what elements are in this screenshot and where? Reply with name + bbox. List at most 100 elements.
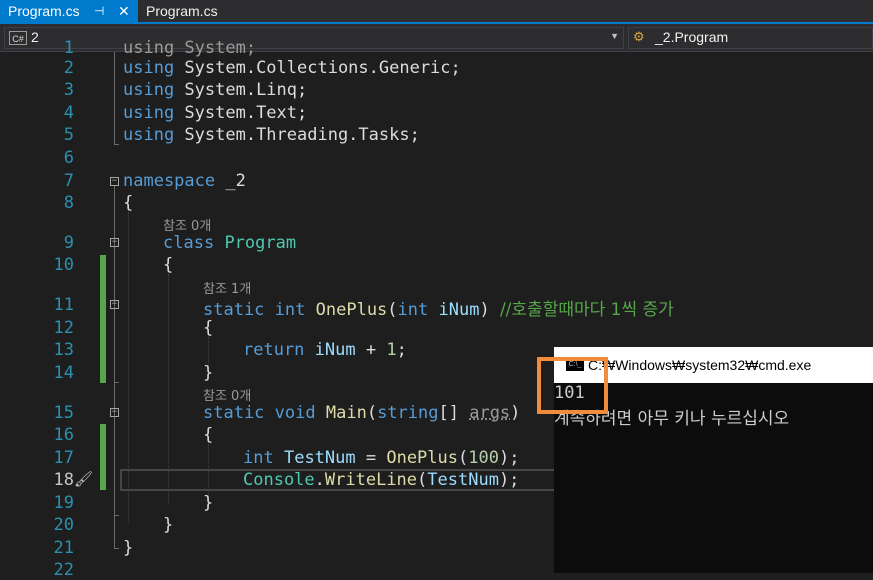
line-number: 19 bbox=[53, 493, 74, 513]
tab-label: Program.cs bbox=[146, 3, 218, 19]
local-variable: TestNum bbox=[283, 448, 356, 468]
line-number: 16 bbox=[53, 425, 74, 445]
code-line-11: static int OnePlus(int iNum) //호출할때마다 1씩… bbox=[203, 300, 674, 320]
line-number: 21 bbox=[53, 538, 74, 558]
code-line-1: using System; bbox=[123, 38, 257, 58]
tab-program-cs[interactable]: Program.cs bbox=[138, 0, 228, 22]
code-line-10: { bbox=[163, 255, 174, 275]
line-number: 3 bbox=[63, 80, 74, 100]
line-number-current: 18 bbox=[53, 470, 74, 490]
method-call: WriteLine bbox=[324, 470, 418, 490]
type-label: _2.Program bbox=[655, 29, 729, 45]
method-call: OnePlus bbox=[386, 448, 458, 468]
keyword: namespace bbox=[123, 171, 216, 191]
code-line-16: { bbox=[203, 425, 214, 445]
line-number: 6 bbox=[63, 148, 74, 168]
line-number: 15 bbox=[53, 403, 74, 423]
number-literal: 1 bbox=[386, 340, 397, 360]
code-line-20: } bbox=[163, 515, 174, 535]
line-number: 7 bbox=[63, 171, 74, 191]
namespace-ref: System.Collections.Generic; bbox=[174, 58, 461, 78]
line-number: 20 bbox=[53, 515, 74, 535]
parameter: iNum bbox=[438, 300, 480, 320]
line-number: 5 bbox=[63, 125, 74, 145]
code-line-12: { bbox=[203, 318, 214, 338]
line-number: 9 bbox=[63, 233, 74, 253]
quick-action-brush-icon[interactable]: 🖌 bbox=[74, 470, 93, 488]
class-icon: ⚙ bbox=[633, 29, 645, 44]
code-line-3: using System.Linq; bbox=[123, 80, 307, 100]
code-line-5: using System.Threading.Tasks; bbox=[123, 125, 420, 145]
outline-line bbox=[114, 52, 116, 144]
project-dropdown[interactable]: C# 2 ▼ bbox=[4, 27, 624, 49]
annotation-highlight-box bbox=[537, 357, 608, 414]
collapse-method-icon[interactable]: − bbox=[110, 300, 119, 309]
collapse-class-icon[interactable]: − bbox=[110, 238, 119, 247]
csharp-project-icon: C# bbox=[9, 31, 27, 45]
chevron-down-icon[interactable]: ▼ bbox=[610, 31, 619, 41]
tab-label: Program.cs bbox=[8, 3, 80, 19]
line-number: 4 bbox=[63, 103, 74, 123]
type-name: Console bbox=[243, 470, 315, 490]
console-title: C:₩Windows₩system32₩cmd.exe bbox=[588, 357, 812, 373]
namespace-ref: System.Threading.Tasks; bbox=[174, 125, 420, 145]
code-line-18: Console.WriteLine(TestNum); bbox=[243, 470, 520, 490]
code-line-8: { bbox=[123, 193, 134, 213]
line-number: 14 bbox=[53, 363, 74, 383]
keyword: int bbox=[274, 300, 306, 320]
keyword: int bbox=[397, 300, 429, 320]
code-line-19: } bbox=[203, 493, 214, 513]
code-lens-references[interactable]: 참조 0개 bbox=[203, 385, 251, 404]
code-line-2: using System.Collections.Generic; bbox=[123, 58, 461, 78]
keyword: static bbox=[203, 300, 265, 320]
line-number: 1 bbox=[63, 38, 74, 58]
change-marker bbox=[100, 424, 106, 490]
type-dropdown[interactable]: ⚙ _2.Program bbox=[628, 27, 873, 49]
line-number: 11 bbox=[53, 295, 74, 315]
line-number: 22 bbox=[53, 560, 74, 580]
line-number: 8 bbox=[63, 193, 74, 213]
outline-tick bbox=[114, 515, 119, 516]
keyword: using bbox=[123, 103, 175, 123]
local-variable: TestNum bbox=[427, 470, 499, 490]
keyword: void bbox=[274, 403, 316, 423]
pin-icon[interactable]: ⊣ bbox=[94, 0, 104, 22]
outline-tick bbox=[114, 548, 119, 549]
comment: //호출할때마다 1씩 증가 bbox=[499, 300, 674, 320]
outline-tick bbox=[114, 382, 119, 383]
namespace-ref: System.Linq; bbox=[174, 80, 308, 100]
tab-program-cs-active[interactable]: Program.cs ⊣ ✕ bbox=[0, 0, 138, 22]
collapse-method-icon[interactable]: − bbox=[110, 408, 119, 417]
code-lens-references[interactable]: 참조 0개 bbox=[163, 215, 211, 234]
code-line-4: using System.Text; bbox=[123, 103, 307, 123]
number-literal: 100 bbox=[468, 448, 499, 468]
type-name: Program bbox=[224, 233, 297, 253]
line-number: 13 bbox=[53, 340, 74, 360]
code-line-13: return iNum + 1; bbox=[243, 340, 407, 360]
collapse-namespace-icon[interactable]: − bbox=[110, 177, 119, 186]
code-line-15: static void Main(string[] args) bbox=[203, 403, 521, 423]
keyword: return bbox=[243, 340, 305, 360]
method-name: OnePlus bbox=[315, 300, 388, 320]
operator: + bbox=[355, 340, 387, 360]
keyword: class bbox=[163, 233, 215, 253]
line-number: 17 bbox=[53, 448, 74, 468]
line-number: 10 bbox=[53, 255, 74, 275]
code-line-7: namespace _2 bbox=[123, 171, 246, 191]
code-line-17: int TestNum = OnePlus(100); bbox=[243, 448, 520, 468]
keyword: static bbox=[203, 403, 265, 423]
close-icon[interactable]: ✕ bbox=[118, 0, 130, 22]
change-marker bbox=[100, 255, 106, 383]
namespace-name: _2 bbox=[215, 171, 246, 191]
keyword: using bbox=[123, 80, 175, 100]
outline-tick bbox=[114, 144, 119, 145]
document-tab-bar: Program.cs ⊣ ✕ Program.cs bbox=[0, 0, 873, 24]
code-line-21: } bbox=[123, 538, 134, 558]
parameter: iNum bbox=[314, 340, 356, 360]
unused-parameter: args bbox=[469, 403, 511, 423]
code-line-9: class Program bbox=[163, 233, 296, 253]
namespace-ref: System.Text; bbox=[174, 103, 308, 123]
keyword: string bbox=[377, 403, 439, 423]
code-line-14: } bbox=[203, 363, 214, 383]
line-number: 2 bbox=[63, 58, 74, 78]
